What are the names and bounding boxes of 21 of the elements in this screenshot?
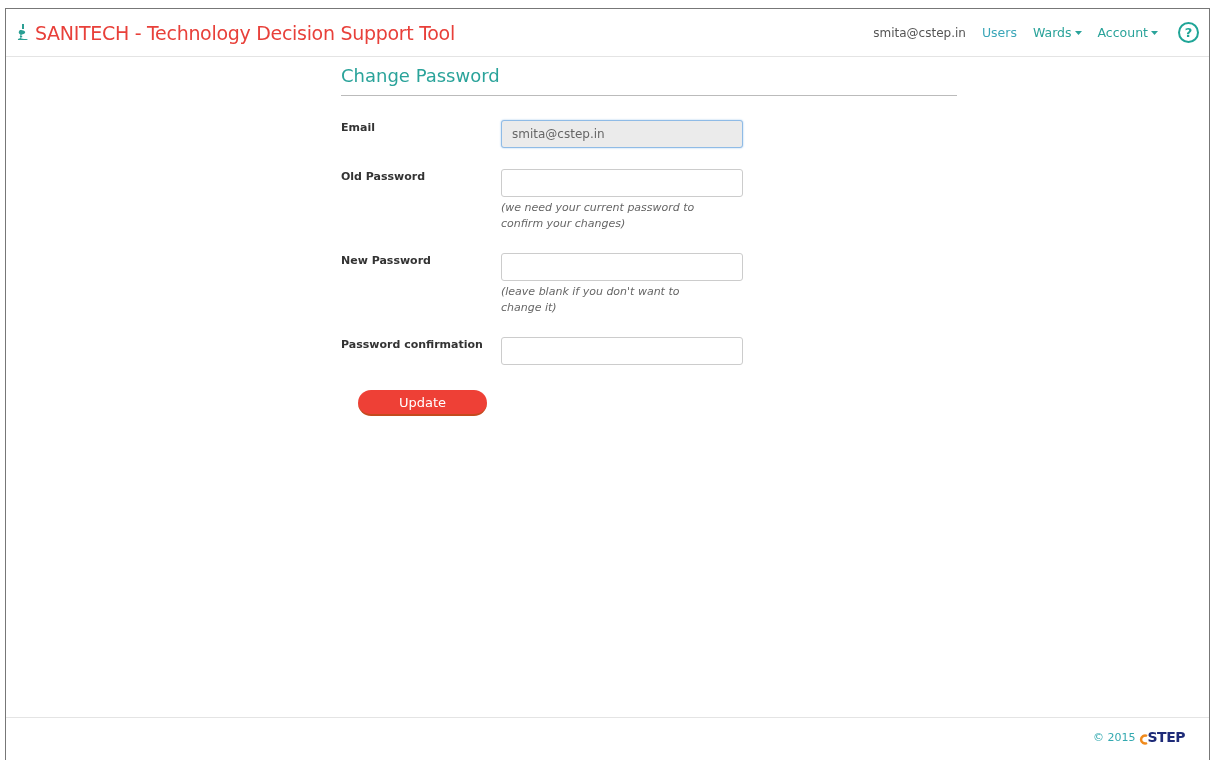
input-field[interactable] bbox=[501, 337, 743, 365]
field-label: Email bbox=[341, 120, 376, 136]
user-email: smita@cstep.in bbox=[873, 25, 966, 40]
company-logo: STEP bbox=[1138, 729, 1185, 745]
update-button[interactable]: Update bbox=[358, 390, 487, 416]
page-title: Change Password bbox=[341, 65, 957, 96]
app-brand[interactable]: SANITECH - Technology Decision Support Tool bbox=[17, 21, 455, 44]
field-label: New Password bbox=[341, 253, 432, 269]
help-button[interactable]: ? bbox=[1178, 22, 1199, 43]
copyright-text: © 2015 bbox=[1093, 730, 1136, 744]
input-field[interactable] bbox=[501, 253, 743, 281]
caret-icon bbox=[1151, 30, 1158, 35]
nav-dropdown[interactable]: Account bbox=[1097, 25, 1158, 40]
field-label: Password confirmation bbox=[341, 337, 484, 353]
caret-icon bbox=[1074, 30, 1082, 35]
field-label: Old Password bbox=[341, 169, 427, 185]
nav-dropdown[interactable]: Wards bbox=[1032, 25, 1082, 40]
nav-link[interactable]: Users bbox=[981, 25, 1017, 40]
field-hint: (leave blank if you don't want to change it) bbox=[501, 284, 681, 316]
field-hint: (we need your current password to confirm your changes) bbox=[501, 200, 696, 232]
input-field[interactable] bbox=[501, 169, 743, 197]
